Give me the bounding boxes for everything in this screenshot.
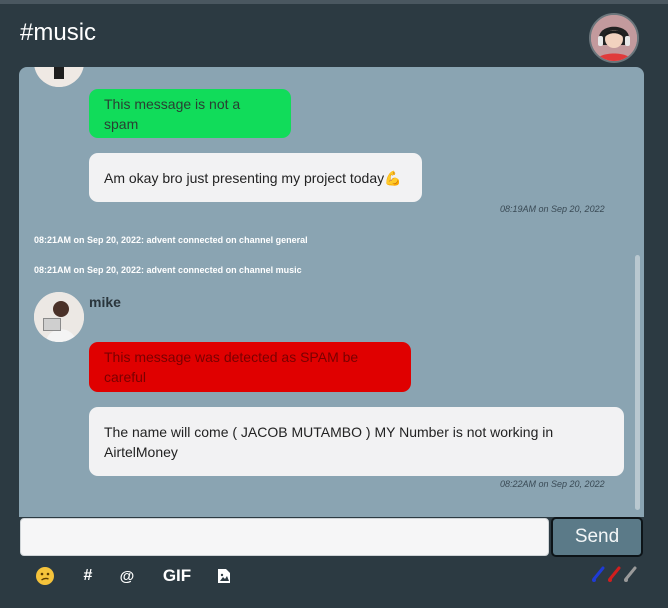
chat-scrollbar[interactable] [632, 67, 644, 517]
message-text: Am okay bro just presenting my project t… [104, 169, 385, 186]
brush-color-picker[interactable] [590, 562, 646, 584]
brush-icon [592, 566, 637, 582]
scrollbar-thumb[interactable] [635, 255, 640, 510]
message-timestamp: 08:19AM on Sep 20, 2022 [500, 204, 605, 214]
not-spam-notice: This message is not a spam [89, 89, 291, 138]
sender-avatar-mike[interactable] [34, 292, 84, 342]
spam-warning-text: This message was detected as SPAM be car… [104, 349, 359, 385]
avatar-icon [34, 67, 84, 87]
not-spam-text: This message is not a spam [104, 95, 241, 132]
gif-button[interactable]: GIF [160, 566, 194, 586]
top-border [0, 0, 668, 4]
hashtag-button[interactable]: # [80, 566, 96, 586]
message-bubble[interactable]: The name will come ( JACOB MUTAMBO ) MY … [89, 407, 624, 476]
confused-face-icon [36, 567, 54, 585]
message-bubble[interactable]: Am okay bro just presenting my project t… [89, 153, 422, 202]
mention-button[interactable]: @ [119, 566, 135, 586]
image-file-icon [218, 569, 230, 583]
message-timestamp: 08:22AM on Sep 20, 2022 [500, 479, 605, 489]
system-message: 08:21AM on Sep 20, 2022: advent connecte… [34, 235, 308, 245]
image-icon[interactable] [216, 566, 232, 586]
channel-title: #music [20, 19, 97, 46]
flexed-biceps-icon: 💪 [384, 169, 402, 186]
message-text: The name will come ( JACOB MUTAMBO ) MY … [104, 423, 554, 460]
chat-panel[interactable]: This message is not a spam Am okay bro j… [19, 67, 644, 517]
avatar-icon [34, 292, 84, 342]
user-avatar[interactable] [589, 13, 639, 63]
system-message: 08:21AM on Sep 20, 2022: advent connecte… [34, 265, 302, 275]
sender-name: mike [89, 294, 121, 310]
send-button[interactable]: Send [551, 517, 643, 557]
user-avatar-icon [591, 15, 637, 61]
previous-sender-avatar [34, 67, 84, 87]
emoji-icon[interactable] [35, 566, 55, 586]
spam-warning: This message was detected as SPAM be car… [89, 342, 411, 392]
message-input[interactable] [20, 518, 549, 556]
